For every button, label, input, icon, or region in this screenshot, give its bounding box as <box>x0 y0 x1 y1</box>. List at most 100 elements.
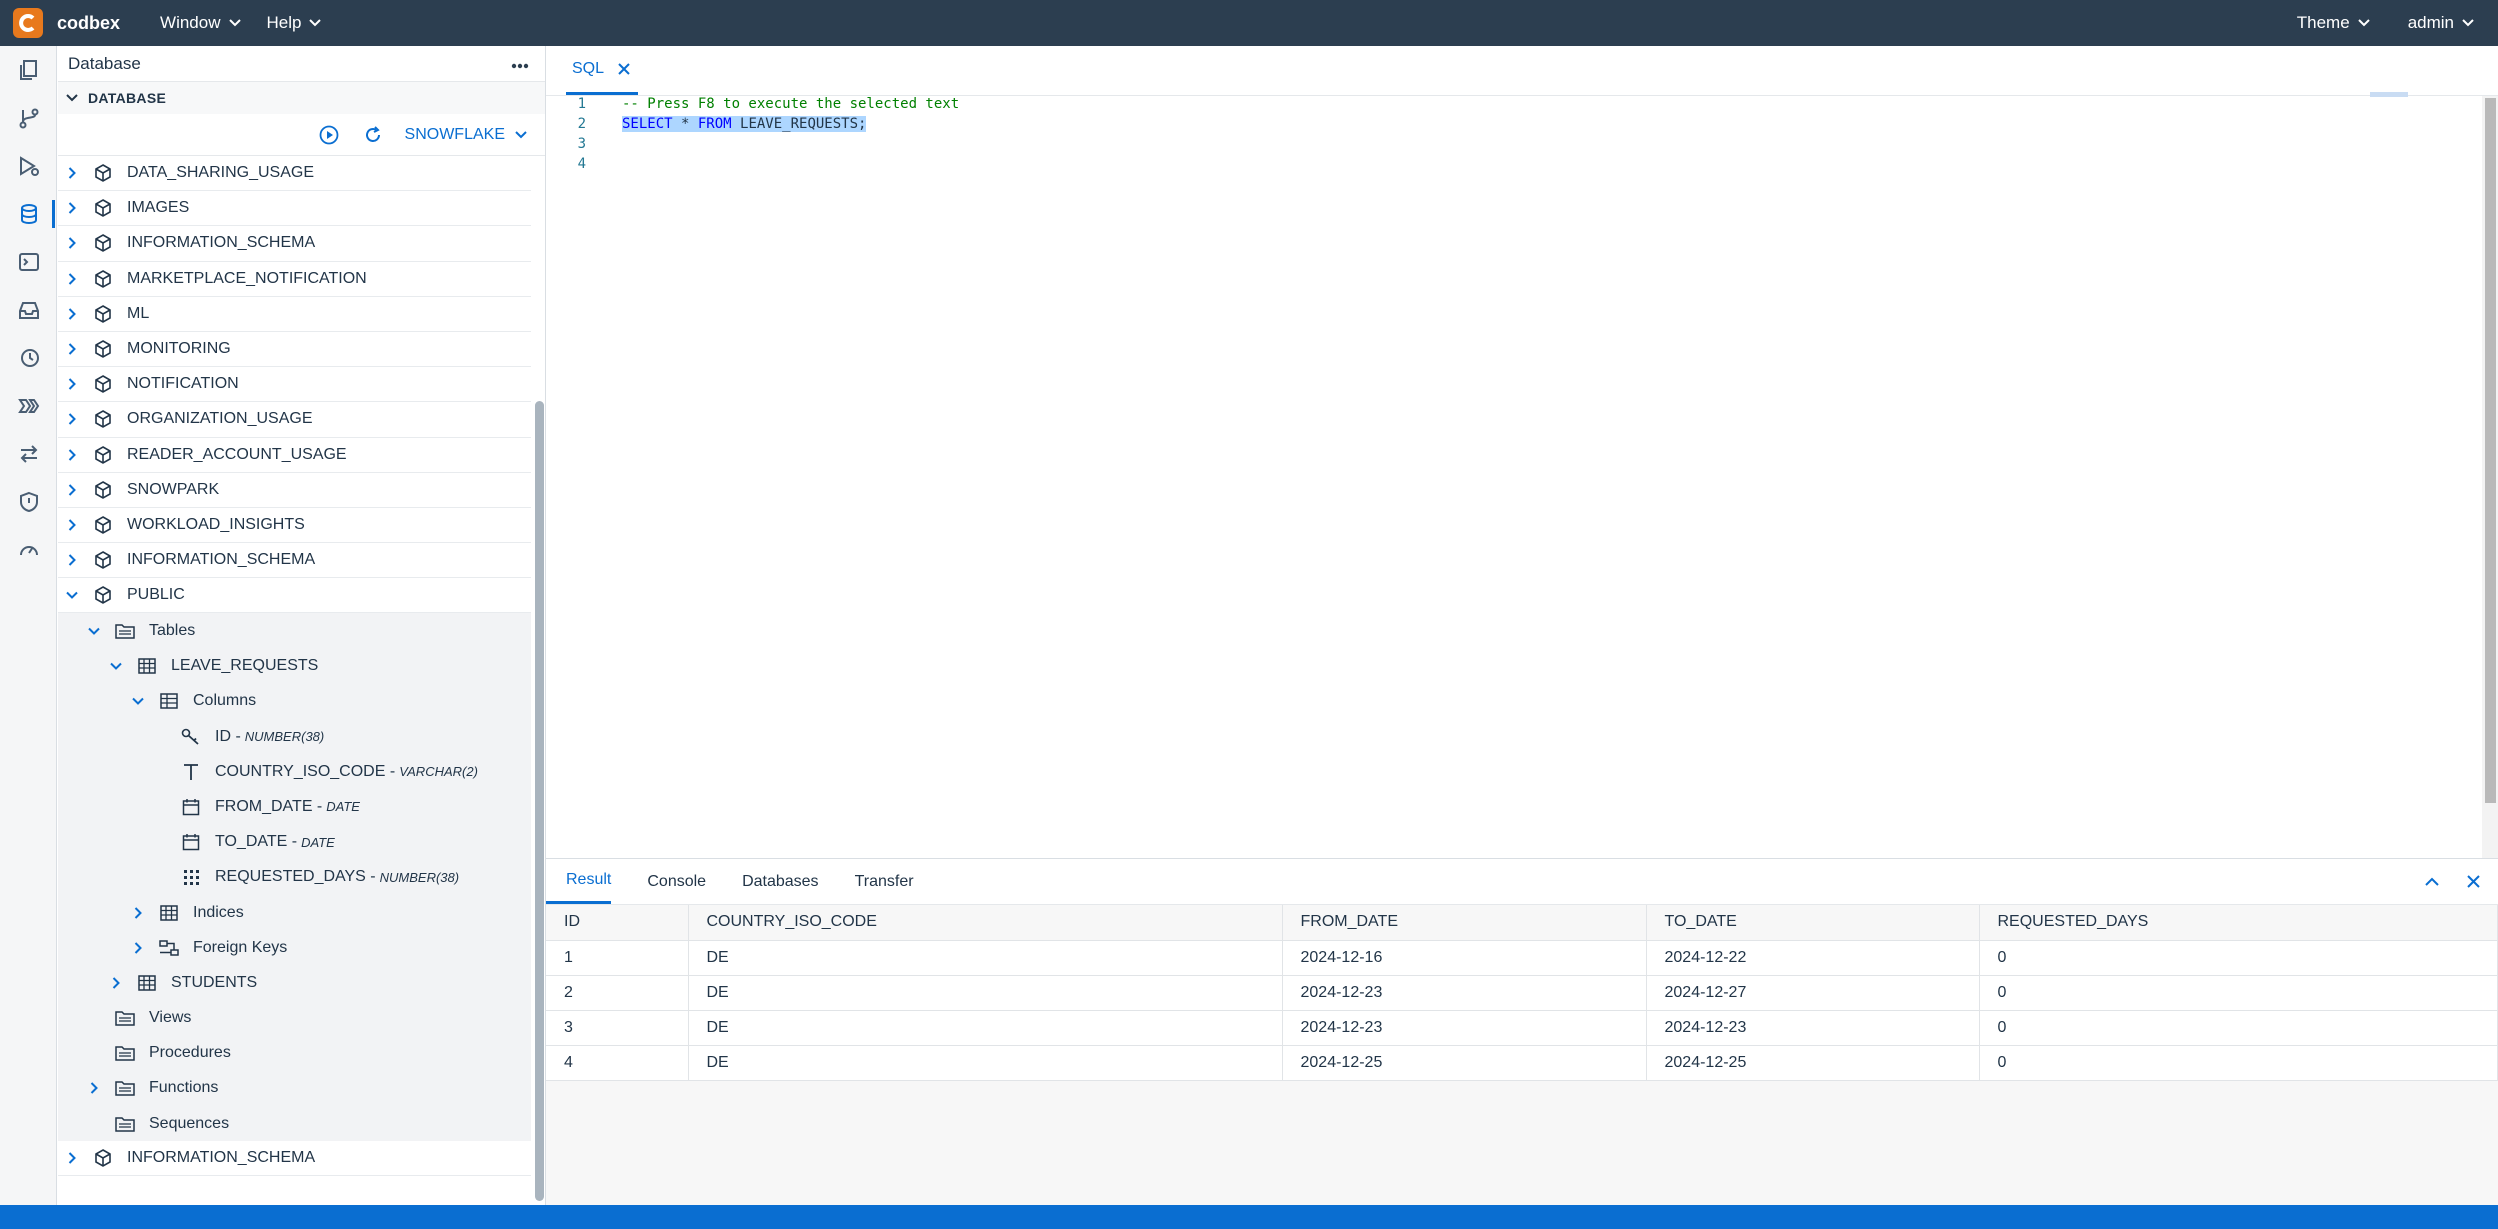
database-sidebar: Database DATABASE SNOWFLAKE DATA_SHARING… <box>58 46 546 1205</box>
activity-documents[interactable] <box>0 46 57 94</box>
chevron-right-icon[interactable] <box>131 941 145 955</box>
tree-item[interactable]: Views <box>58 1000 531 1036</box>
tree-item[interactable]: INFORMATION_SCHEMA <box>58 543 531 579</box>
tree-item[interactable]: MARKETPLACE_NOTIFICATION <box>58 262 531 297</box>
editor-scrollbar-thumb[interactable] <box>2485 98 2496 803</box>
top-bar: codbex Window Help Theme admin <box>0 0 2498 46</box>
tree-item[interactable]: DATA_SHARING_USAGE <box>58 156 531 192</box>
maximize-panel-button[interactable] <box>2425 877 2439 886</box>
chevron-right-icon[interactable] <box>65 342 79 356</box>
chevron-down-icon[interactable] <box>109 659 123 673</box>
table-row[interactable]: 2 DE 2024-12-23 2024-12-27 0 <box>546 975 2498 1011</box>
tree-item[interactable]: LEAVE_REQUESTS <box>58 648 531 684</box>
tree-item[interactable]: NOTIFICATION <box>58 367 531 403</box>
tree-item[interactable]: STUDENTS <box>58 965 531 1001</box>
tree-item[interactable]: IMAGES <box>58 191 531 227</box>
table-row[interactable]: 1 DE 2024-12-16 2024-12-22 0 <box>546 940 2498 976</box>
tree-item[interactable]: ID - NUMBER(38) <box>58 719 531 755</box>
panel-tab-label: Transfer <box>854 872 914 890</box>
menu-help[interactable]: Help <box>267 13 322 33</box>
user-menu[interactable]: admin <box>2408 13 2474 33</box>
chevron-right-icon[interactable] <box>65 201 79 215</box>
column-type: VARCHAR(2) <box>399 764 478 780</box>
database-section-header[interactable]: DATABASE <box>58 82 545 114</box>
chevron-right-icon[interactable] <box>65 377 79 391</box>
activity-transfer[interactable] <box>0 430 57 478</box>
tree-item[interactable]: INFORMATION_SCHEMA <box>58 1141 531 1177</box>
sidebar-scrollbar[interactable] <box>535 401 544 1201</box>
tree-item[interactable]: Procedures <box>58 1035 531 1071</box>
close-panel-button[interactable] <box>2467 875 2480 888</box>
chevron-right-icon[interactable] <box>65 272 79 286</box>
tree-item[interactable]: INFORMATION_SCHEMA <box>58 226 531 262</box>
chevron-right-icon[interactable] <box>65 412 79 426</box>
chevron-right-icon[interactable] <box>65 483 79 497</box>
panel-tab-transfer[interactable]: Transfer <box>835 859 930 904</box>
folder-icon <box>115 1043 135 1063</box>
tree-item[interactable]: SNOWPARK <box>58 473 531 508</box>
activity-git[interactable] <box>0 94 57 142</box>
panel-tab-databases[interactable]: Databases <box>722 859 835 904</box>
database-select[interactable]: SNOWFLAKE <box>405 126 527 144</box>
chevron-right-icon[interactable] <box>131 906 145 920</box>
menu-window[interactable]: Window <box>160 13 241 33</box>
chevron-right-icon[interactable] <box>65 553 79 567</box>
tree-item[interactable]: FROM_DATE - DATE <box>58 789 531 825</box>
activity-run[interactable] <box>0 142 57 190</box>
tree-item[interactable]: Foreign Keys <box>58 930 531 966</box>
chevron-down-icon[interactable] <box>87 624 101 638</box>
chevron-right-icon[interactable] <box>65 307 79 321</box>
tree-item[interactable]: Sequences <box>58 1106 531 1142</box>
tree-item[interactable]: Columns <box>58 683 531 719</box>
panel-tab-console[interactable]: Console <box>627 859 722 904</box>
chevron-right-icon[interactable] <box>109 976 123 990</box>
column-header[interactable]: COUNTRY_ISO_CODE <box>688 905 1283 941</box>
tree-item[interactable]: Tables <box>58 613 531 649</box>
tree-item[interactable]: Functions <box>58 1070 531 1107</box>
refresh-button[interactable] <box>363 125 383 145</box>
tree-item[interactable]: ML <box>58 297 531 332</box>
table-row[interactable]: 4 DE 2024-12-25 2024-12-25 0 <box>546 1045 2498 1081</box>
activity-inbox[interactable] <box>0 286 57 334</box>
execute-button[interactable] <box>319 125 339 145</box>
minimap[interactable] <box>2370 92 2408 97</box>
more-options-icon[interactable] <box>511 54 529 74</box>
chevron-right-icon[interactable] <box>65 518 79 532</box>
activity-performance[interactable] <box>0 526 57 574</box>
chevron-down-icon[interactable] <box>65 588 79 602</box>
chevron-right-icon[interactable] <box>65 166 79 180</box>
schema-icon <box>93 374 113 394</box>
activity-history[interactable] <box>0 334 57 382</box>
activity-security[interactable] <box>0 478 57 526</box>
column-header[interactable]: REQUESTED_DAYS <box>1979 905 2498 941</box>
chevron-right-icon[interactable] <box>65 236 79 250</box>
column-header[interactable]: ID <box>546 905 689 941</box>
tree-item[interactable]: READER_ACCOUNT_USAGE <box>58 438 531 473</box>
tree-item[interactable]: MONITORING <box>58 332 531 368</box>
tree-item[interactable]: ORGANIZATION_USAGE <box>58 402 531 438</box>
column-header[interactable]: TO_DATE <box>1646 905 1980 941</box>
tree-item[interactable]: Indices <box>58 894 531 931</box>
chevron-right-icon[interactable] <box>65 1151 79 1165</box>
tab-sql[interactable]: SQL <box>566 45 639 95</box>
tree-item[interactable]: COUNTRY_ISO_CODE - VARCHAR(2) <box>58 754 531 790</box>
tree-item[interactable]: REQUESTED_DAYS - NUMBER(38) <box>58 859 531 895</box>
codbex-logo-icon[interactable] <box>13 8 43 38</box>
chevron-right-icon[interactable] <box>65 448 79 462</box>
tree-item-label: Indices <box>193 903 244 921</box>
tree-item[interactable]: TO_DATE - DATE <box>58 824 531 860</box>
sidebar-toolbar: SNOWFLAKE <box>58 114 545 156</box>
activity-terminal[interactable] <box>0 238 57 286</box>
table-row[interactable]: 3 DE 2024-12-23 2024-12-23 0 <box>546 1010 2498 1046</box>
chevron-down-icon[interactable] <box>131 694 145 708</box>
tree-item[interactable]: PUBLIC <box>58 578 531 614</box>
activity-pipeline[interactable] <box>0 382 57 430</box>
theme-menu[interactable]: Theme <box>2297 13 2370 33</box>
panel-tab-result[interactable]: Result <box>546 859 612 904</box>
chevron-right-icon[interactable] <box>87 1081 101 1095</box>
column-header[interactable]: FROM_DATE <box>1282 905 1647 941</box>
code-editor[interactable]: 1 -- Press F8 to execute the selected tex… <box>546 94 2482 854</box>
activity-database[interactable] <box>0 190 57 238</box>
close-icon[interactable] <box>618 62 630 75</box>
tree-item[interactable]: WORKLOAD_INSIGHTS <box>58 508 531 544</box>
